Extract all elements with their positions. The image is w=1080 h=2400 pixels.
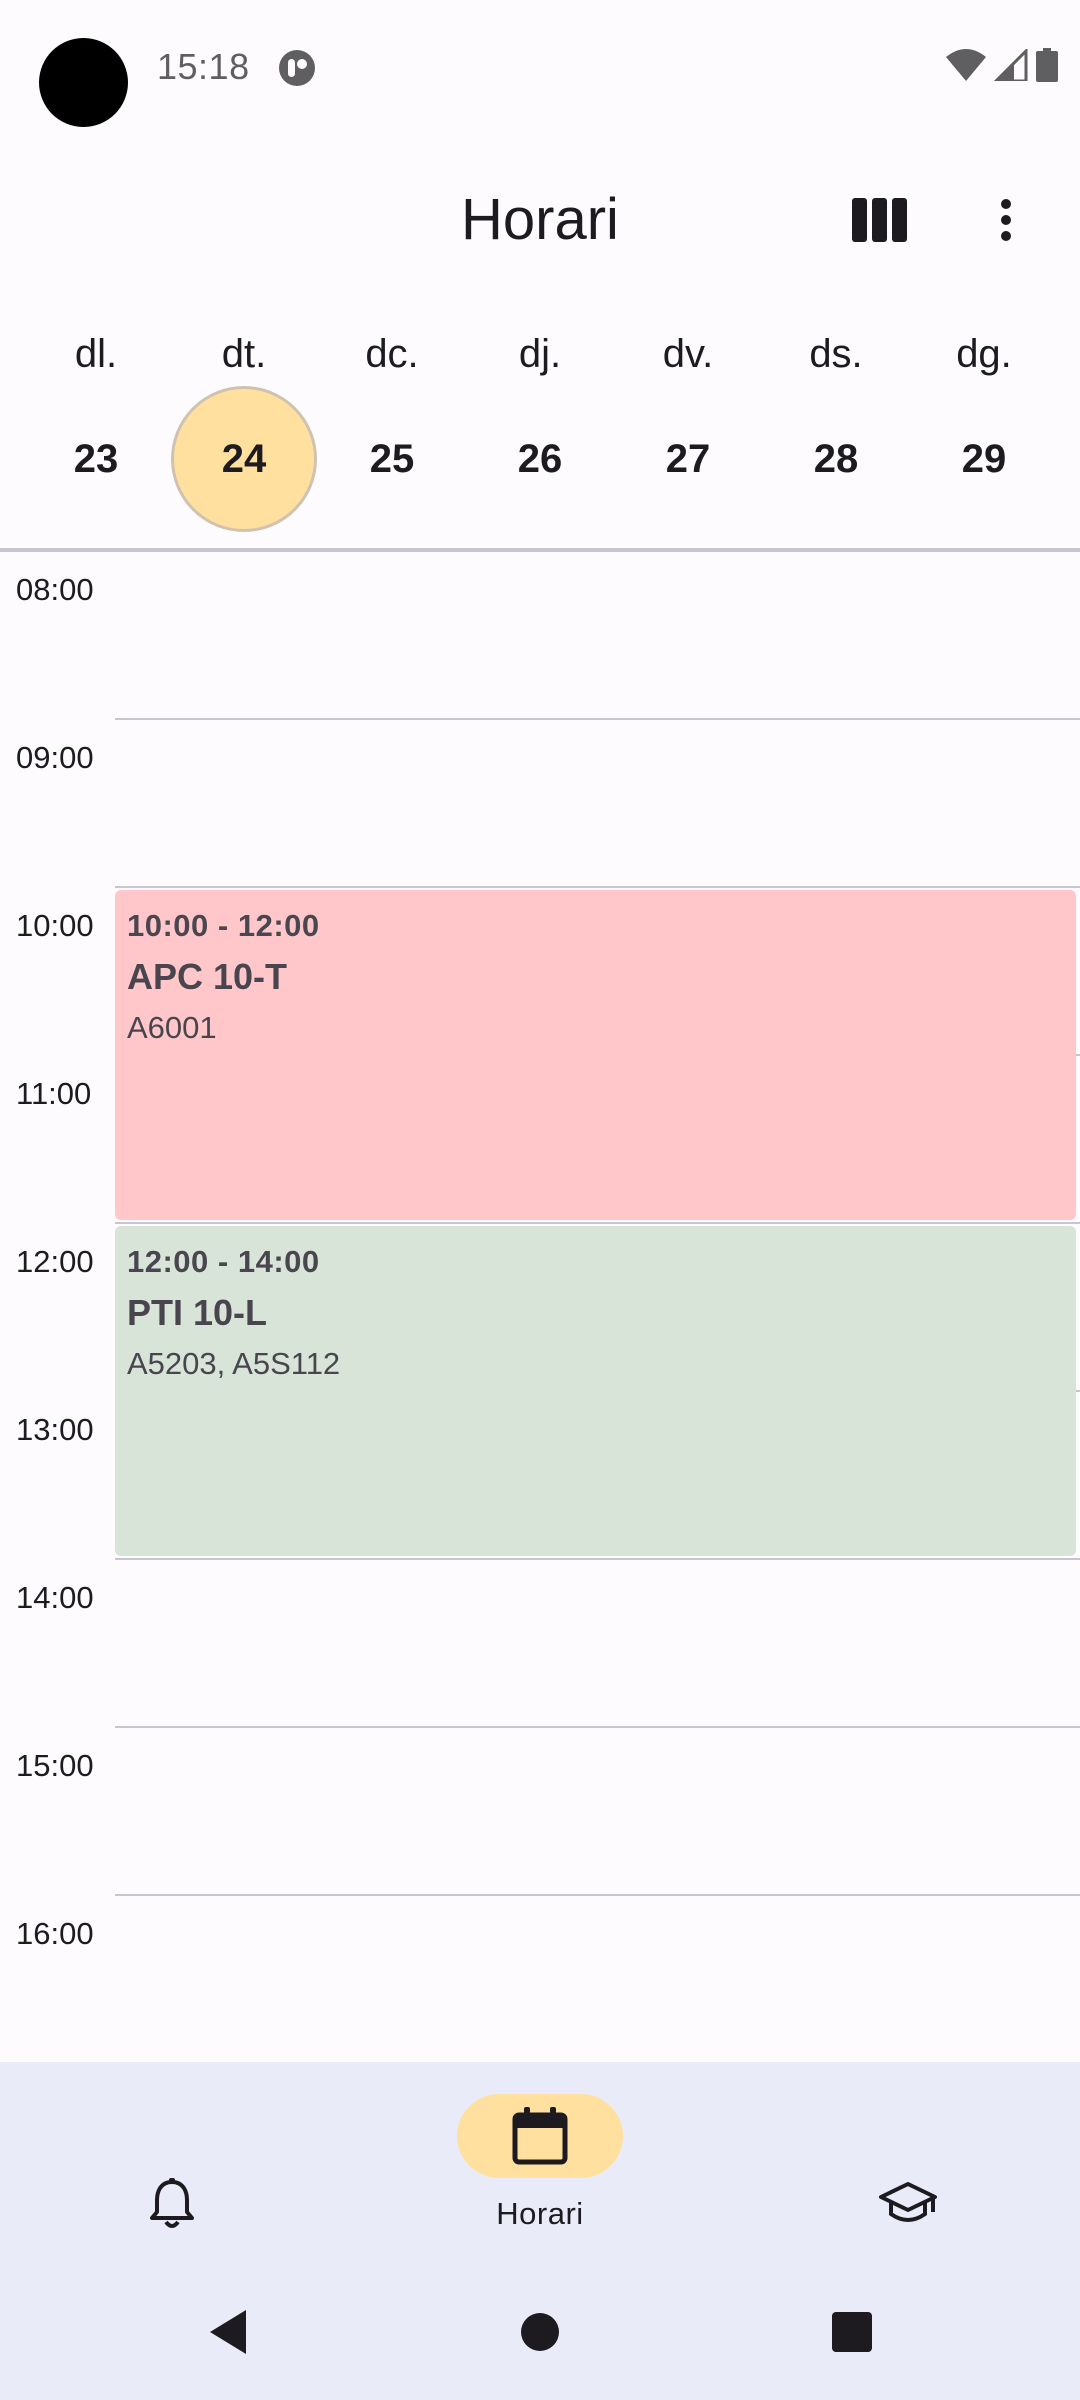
hour-label: 12:00: [16, 1244, 94, 1279]
wifi-icon: [946, 49, 986, 81]
day-name: ds.: [809, 332, 863, 376]
view-mode-button[interactable]: [832, 172, 928, 268]
day-number: 25: [369, 436, 415, 481]
day-name: dc.: [365, 332, 419, 376]
nav-schedule[interactable]: [457, 2094, 623, 2178]
hour-label: 14:00: [16, 1580, 94, 1615]
recents-button[interactable]: [812, 2292, 892, 2372]
app-notification-icon: [279, 50, 315, 86]
status-time: 15:18: [157, 46, 250, 87]
hour-line: [115, 886, 1080, 888]
event-time: 10:00 - 12:00: [127, 908, 320, 943]
hour-label: 16:00: [16, 1916, 94, 1951]
event-time: 12:00 - 14:00: [127, 1244, 320, 1279]
back-triangle-icon: [210, 2310, 246, 2354]
calendar-icon: [512, 2107, 568, 2165]
hour-line: [115, 1894, 1080, 1896]
bell-icon: [150, 2178, 194, 2228]
day-name: dv.: [662, 332, 714, 376]
top-app-bar: Horari: [0, 150, 1080, 290]
system-navigation-bar: [0, 2262, 1080, 2400]
day-number: 26: [517, 436, 563, 481]
graduation-cap-icon: [879, 2182, 937, 2222]
more-vert-icon: [1001, 199, 1011, 241]
day-number-selected: 24: [171, 386, 317, 532]
event-title: PTI 10-L: [127, 1292, 268, 1333]
camera-cutout: [39, 38, 128, 127]
hour-line: [115, 1222, 1080, 1224]
battery-icon: [1036, 48, 1058, 82]
hour-line: [115, 1726, 1080, 1728]
event-room: A5203, A5S112: [127, 1346, 341, 1381]
status-indicators: [946, 48, 1058, 82]
hour-label: 10:00: [16, 908, 94, 943]
screen: 15:18 Horari dl. 23 dt. 24 dc. 25 dj. 26…: [0, 0, 1080, 2400]
day-name: dl.: [74, 332, 118, 376]
home-circle-icon: [521, 2313, 559, 2351]
recents-square-icon: [832, 2312, 872, 2352]
day-name: dj.: [518, 332, 562, 376]
event-title: APC 10-T: [127, 956, 288, 997]
week-strip: dl. 23 dt. 24 dc. 25 dj. 26 dv. 27 ds. 2…: [0, 320, 1080, 550]
day-name: dg.: [956, 332, 1012, 376]
hour-label: 08:00: [16, 572, 94, 607]
cell-signal-icon: [994, 49, 1028, 81]
day-number: 29: [961, 436, 1007, 481]
hour-label: 15:00: [16, 1748, 94, 1783]
hour-label: 11:00: [16, 1076, 92, 1111]
hour-label: 13:00: [16, 1412, 94, 1447]
nav-grades[interactable]: [868, 2164, 948, 2244]
back-button[interactable]: [188, 2292, 268, 2372]
event-card[interactable]: 12:00 - 14:00 PTI 10-L A5203, A5S112: [115, 1226, 1076, 1556]
status-bar: 15:18: [0, 0, 1080, 140]
column-view-icon: [852, 198, 907, 242]
hour-label: 09:00: [16, 740, 94, 775]
day-name: dt.: [221, 332, 267, 376]
more-options-button[interactable]: [958, 172, 1054, 268]
event-room: A6001: [127, 1010, 217, 1045]
day-timeline[interactable]: 08:00 09:00 10:00 11:00 12:00 13:00 14:0…: [0, 552, 1080, 2062]
day-number: 28: [813, 436, 859, 481]
nav-notifications[interactable]: [132, 2164, 212, 2244]
day-number: 23: [73, 436, 119, 481]
hour-line: [115, 718, 1080, 720]
event-card[interactable]: 10:00 - 12:00 APC 10-T A6001: [115, 890, 1076, 1220]
hour-line: [115, 1558, 1080, 1560]
home-button[interactable]: [500, 2292, 580, 2372]
nav-schedule-label: Horari: [496, 2196, 584, 2231]
day-number: 27: [665, 436, 711, 481]
